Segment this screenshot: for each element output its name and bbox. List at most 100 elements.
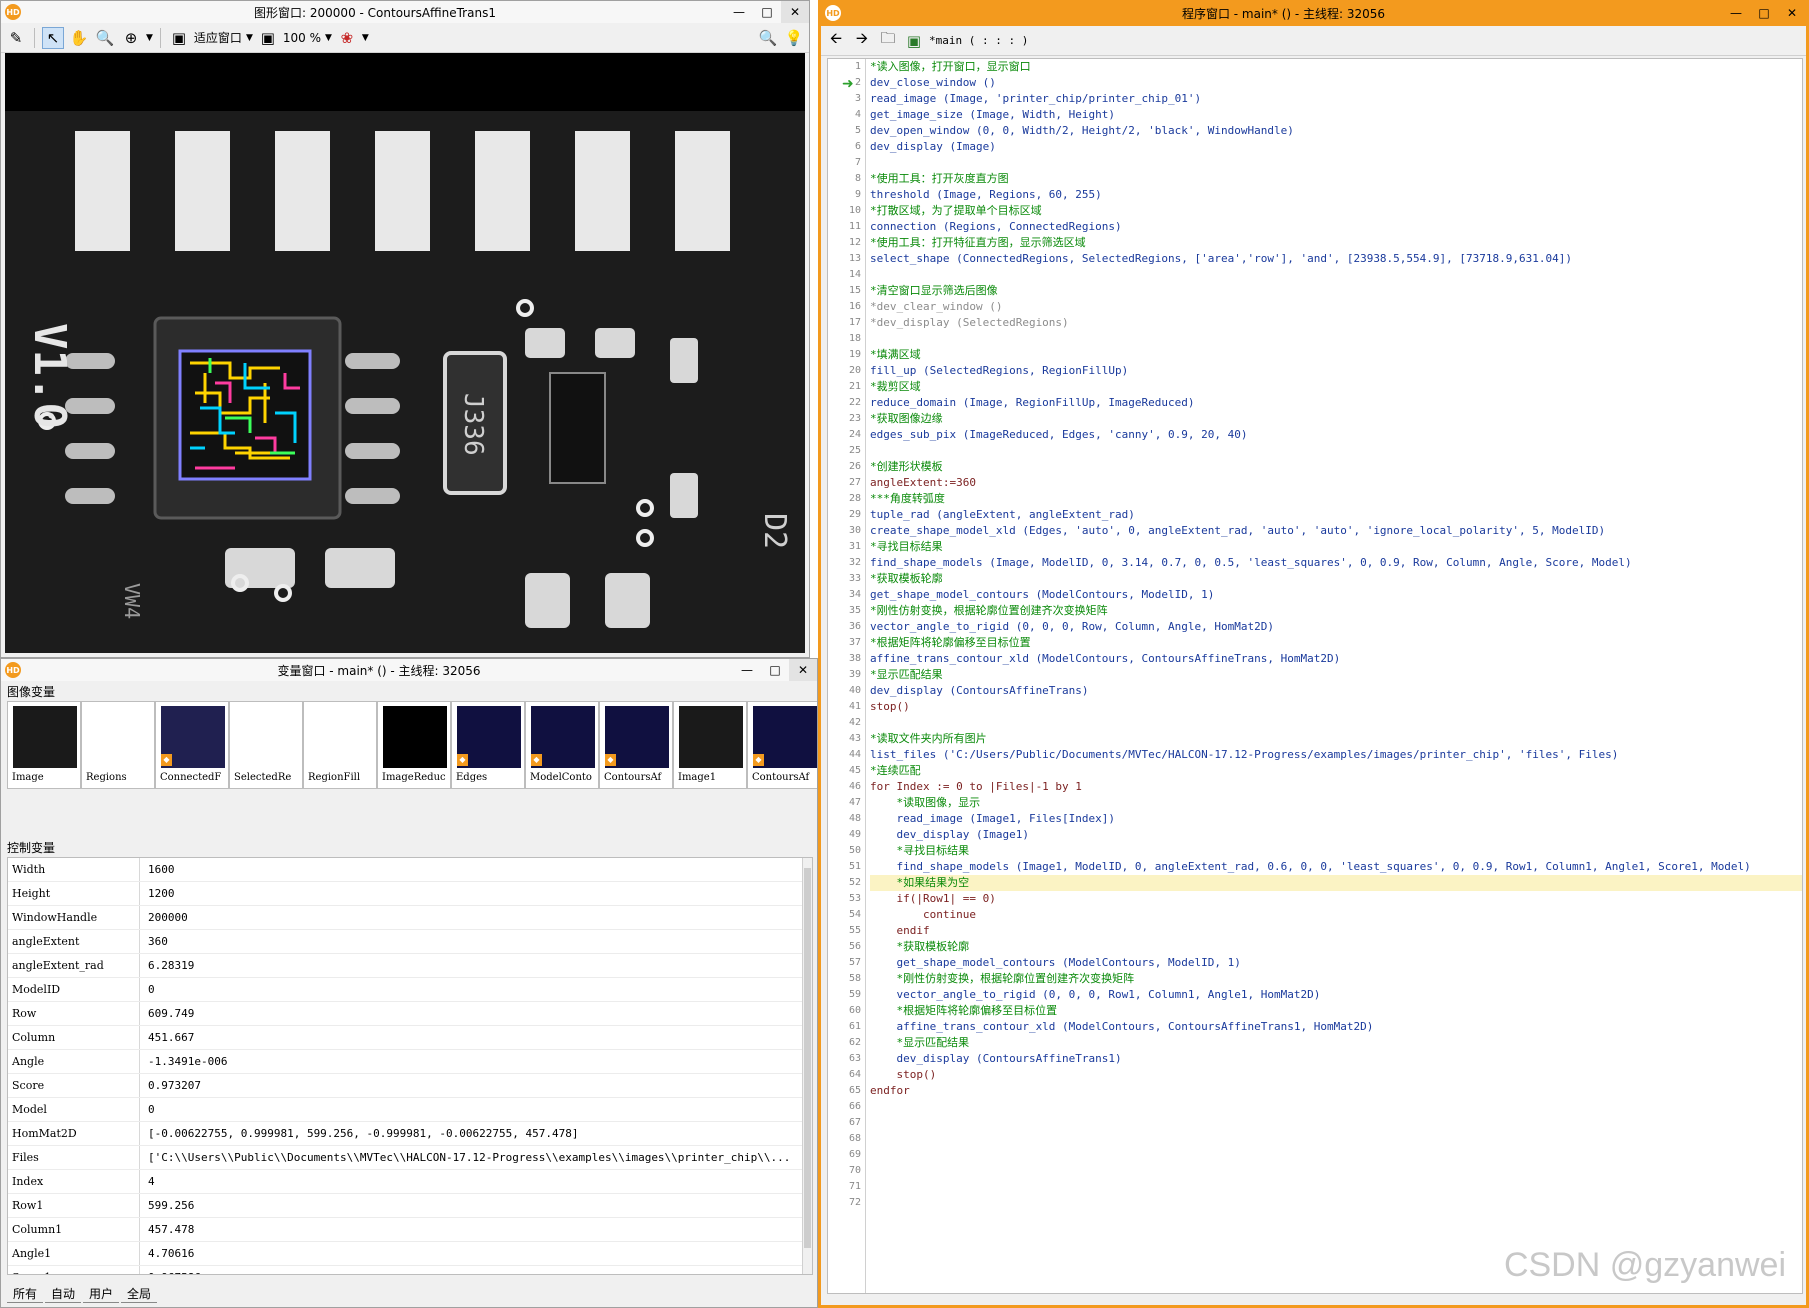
code-line[interactable]: *显示匹配结果 <box>870 667 1802 683</box>
code-line[interactable] <box>870 443 1802 459</box>
close-button[interactable]: ✕ <box>789 659 817 681</box>
code-line[interactable]: *裁剪区域 <box>870 379 1802 395</box>
open-procedure-icon[interactable]: 🗀 <box>877 29 899 52</box>
code-line[interactable]: *获取模板轮廓 <box>870 571 1802 587</box>
color-palette-icon[interactable]: ❀ <box>336 27 358 49</box>
control-var-row[interactable]: ModelID 0 <box>8 978 812 1002</box>
code-line[interactable]: continue <box>870 907 1802 923</box>
control-var-row[interactable]: Row1 599.256 <box>8 1194 812 1218</box>
minimize-button[interactable]: — <box>1722 2 1750 24</box>
control-var-row[interactable]: Row 609.749 <box>8 1002 812 1026</box>
hand-pan-icon[interactable]: ✋ <box>68 27 90 49</box>
control-var-row[interactable]: Model 0 <box>8 1098 812 1122</box>
iconic-var-thumb[interactable]: SelectedRe <box>229 701 303 789</box>
code-line[interactable] <box>870 1195 1802 1211</box>
iconic-var-thumb[interactable]: ImageReduc <box>377 701 451 789</box>
code-line[interactable]: endfor <box>870 1083 1802 1099</box>
magnifier-icon[interactable]: 🔍 <box>94 27 116 49</box>
variable-scope-tab[interactable]: 所有 <box>7 1285 44 1303</box>
control-var-row[interactable]: Files ['C:\\Users\\Public\\Documents\\MVT… <box>8 1146 812 1170</box>
code-line[interactable]: *刚性仿射变换，根据轮廓位置创建齐次变换矩阵 <box>870 971 1802 987</box>
zoom-level-chevron-icon[interactable]: ▼ <box>325 33 332 43</box>
code-line[interactable]: stop() <box>870 699 1802 715</box>
code-line[interactable] <box>870 331 1802 347</box>
scrollbar-thumb[interactable] <box>804 868 811 1248</box>
code-line[interactable]: *如果结果为空 <box>870 875 1802 891</box>
code-line[interactable]: for Index := 0 to |Files|-1 by 1 <box>870 779 1802 795</box>
code-line[interactable]: *根据矩阵将轮廓偏移至目标位置 <box>870 1003 1802 1019</box>
code-line[interactable]: dev_close_window () <box>870 75 1802 91</box>
control-var-row[interactable]: Width 1600 <box>8 858 812 882</box>
lightbulb-icon[interactable]: 💡 <box>783 27 805 49</box>
back-arrow-icon[interactable]: 🡨 <box>825 29 847 52</box>
fit-window-icon[interactable]: ▣ <box>168 27 190 49</box>
code-line[interactable]: ***角度转弧度 <box>870 491 1802 507</box>
close-button[interactable]: ✕ <box>1778 2 1806 24</box>
control-var-row[interactable]: HomMat2D [-0.00622755, 0.999981, 599.256,… <box>8 1122 812 1146</box>
variable-scope-tab[interactable]: 自动 <box>45 1285 82 1303</box>
code-line[interactable]: dev_display (Image1) <box>870 827 1802 843</box>
code-line[interactable]: *使用工具：打开灰度直方图 <box>870 171 1802 187</box>
code-line[interactable]: edges_sub_pix (ImageReduced, Edges, 'can… <box>870 427 1802 443</box>
code-line[interactable]: find_shape_models (Image1, ModelID, 0, a… <box>870 859 1802 875</box>
edit-icon[interactable]: ✎ <box>5 27 27 49</box>
code-line[interactable]: *dev_display (SelectedRegions) <box>870 315 1802 331</box>
iconic-var-thumb[interactable]: ◆ Edges <box>451 701 525 789</box>
minimize-button[interactable]: — <box>725 1 753 23</box>
code-line[interactable]: tuple_rad (angleExtent, angleExtent_rad) <box>870 507 1802 523</box>
code-line[interactable] <box>870 1099 1802 1115</box>
iconic-var-thumb[interactable]: ◆ ContoursAf <box>747 701 817 789</box>
maximize-button[interactable]: □ <box>761 659 789 681</box>
pointer-icon[interactable]: ↖ <box>42 26 64 49</box>
zoom-in-icon[interactable]: ⊕ <box>120 27 142 49</box>
zoom-dropdown-chevron-icon[interactable]: ▼ <box>146 33 153 43</box>
iconic-var-thumb[interactable]: ◆ ConnectedF <box>155 701 229 789</box>
iconic-var-thumb[interactable]: Image <box>7 701 81 789</box>
code-line[interactable] <box>870 1163 1802 1179</box>
control-var-row[interactable]: Index 4 <box>8 1170 812 1194</box>
control-var-row[interactable]: WindowHandle 200000 <box>8 906 812 930</box>
code-line[interactable]: dev_display (Image) <box>870 139 1802 155</box>
code-line[interactable]: *连续匹配 <box>870 763 1802 779</box>
minimize-button[interactable]: — <box>733 659 761 681</box>
code-line[interactable]: list_files ('C:/Users/Public/Documents/M… <box>870 747 1802 763</box>
control-vars-scrollbar[interactable] <box>802 858 812 1274</box>
code-line[interactable]: *使用工具：打开特征直方图，显示筛选区域 <box>870 235 1802 251</box>
procedure-selector[interactable]: *main ( : : : ) <box>929 34 1028 47</box>
code-line[interactable]: *读入图像，打开窗口，显示窗口 <box>870 59 1802 75</box>
code-line[interactable]: affine_trans_contour_xld (ModelContours,… <box>870 651 1802 667</box>
code-line[interactable]: *寻找目标结果 <box>870 539 1802 555</box>
code-line[interactable]: stop() <box>870 1067 1802 1083</box>
code-line[interactable]: *根据矩阵将轮廓偏移至目标位置 <box>870 635 1802 651</box>
code-line[interactable]: select_shape (ConnectedRegions, Selected… <box>870 251 1802 267</box>
code-line[interactable] <box>870 1147 1802 1163</box>
fit-dropdown-chevron-icon[interactable]: ▼ <box>246 33 253 43</box>
code-line[interactable]: dev_display (ContoursAffineTrans) <box>870 683 1802 699</box>
control-var-row[interactable]: Score 0.973207 <box>8 1074 812 1098</box>
control-var-row[interactable]: angleExtent 360 <box>8 930 812 954</box>
code-line[interactable]: *填满区域 <box>870 347 1802 363</box>
control-var-row[interactable]: Score10.967586 <box>8 1266 812 1274</box>
control-var-row[interactable]: Angle -1.3491e-006 <box>8 1050 812 1074</box>
close-button[interactable]: ✕ <box>781 1 809 23</box>
variable-scope-tab[interactable]: 全局 <box>121 1285 158 1303</box>
code-line[interactable]: get_shape_model_contours (ModelContours,… <box>870 955 1802 971</box>
code-line[interactable] <box>870 1115 1802 1131</box>
iconic-var-thumb[interactable]: Regions <box>81 701 155 789</box>
code-line[interactable]: threshold (Image, Regions, 60, 255) <box>870 187 1802 203</box>
code-line[interactable]: *寻找目标结果 <box>870 843 1802 859</box>
fit-window-button[interactable]: 适应窗口 <box>194 29 242 46</box>
code-line[interactable]: *获取模板轮廓 <box>870 939 1802 955</box>
code-line[interactable]: *读取文件夹内所有图片 <box>870 731 1802 747</box>
forward-arrow-icon[interactable]: 🡪 <box>851 29 873 52</box>
code-line[interactable]: create_shape_model_xld (Edges, 'auto', 0… <box>870 523 1802 539</box>
iconic-var-thumb[interactable]: RegionFill <box>303 701 377 789</box>
code-line[interactable]: dev_open_window (0, 0, Width/2, Height/2… <box>870 123 1802 139</box>
code-line[interactable]: *dev_clear_window () <box>870 299 1802 315</box>
code-line[interactable]: fill_up (SelectedRegions, RegionFillUp) <box>870 363 1802 379</box>
iconic-var-thumb[interactable]: ◆ ModelConto <box>525 701 599 789</box>
control-var-row[interactable]: Column1 457.478 <box>8 1218 812 1242</box>
control-var-row[interactable]: angleExtent_rad 6.28319 <box>8 954 812 978</box>
variable-scope-tab[interactable]: 用户 <box>83 1285 120 1303</box>
code-line[interactable]: get_shape_model_contours (ModelContours,… <box>870 587 1802 603</box>
